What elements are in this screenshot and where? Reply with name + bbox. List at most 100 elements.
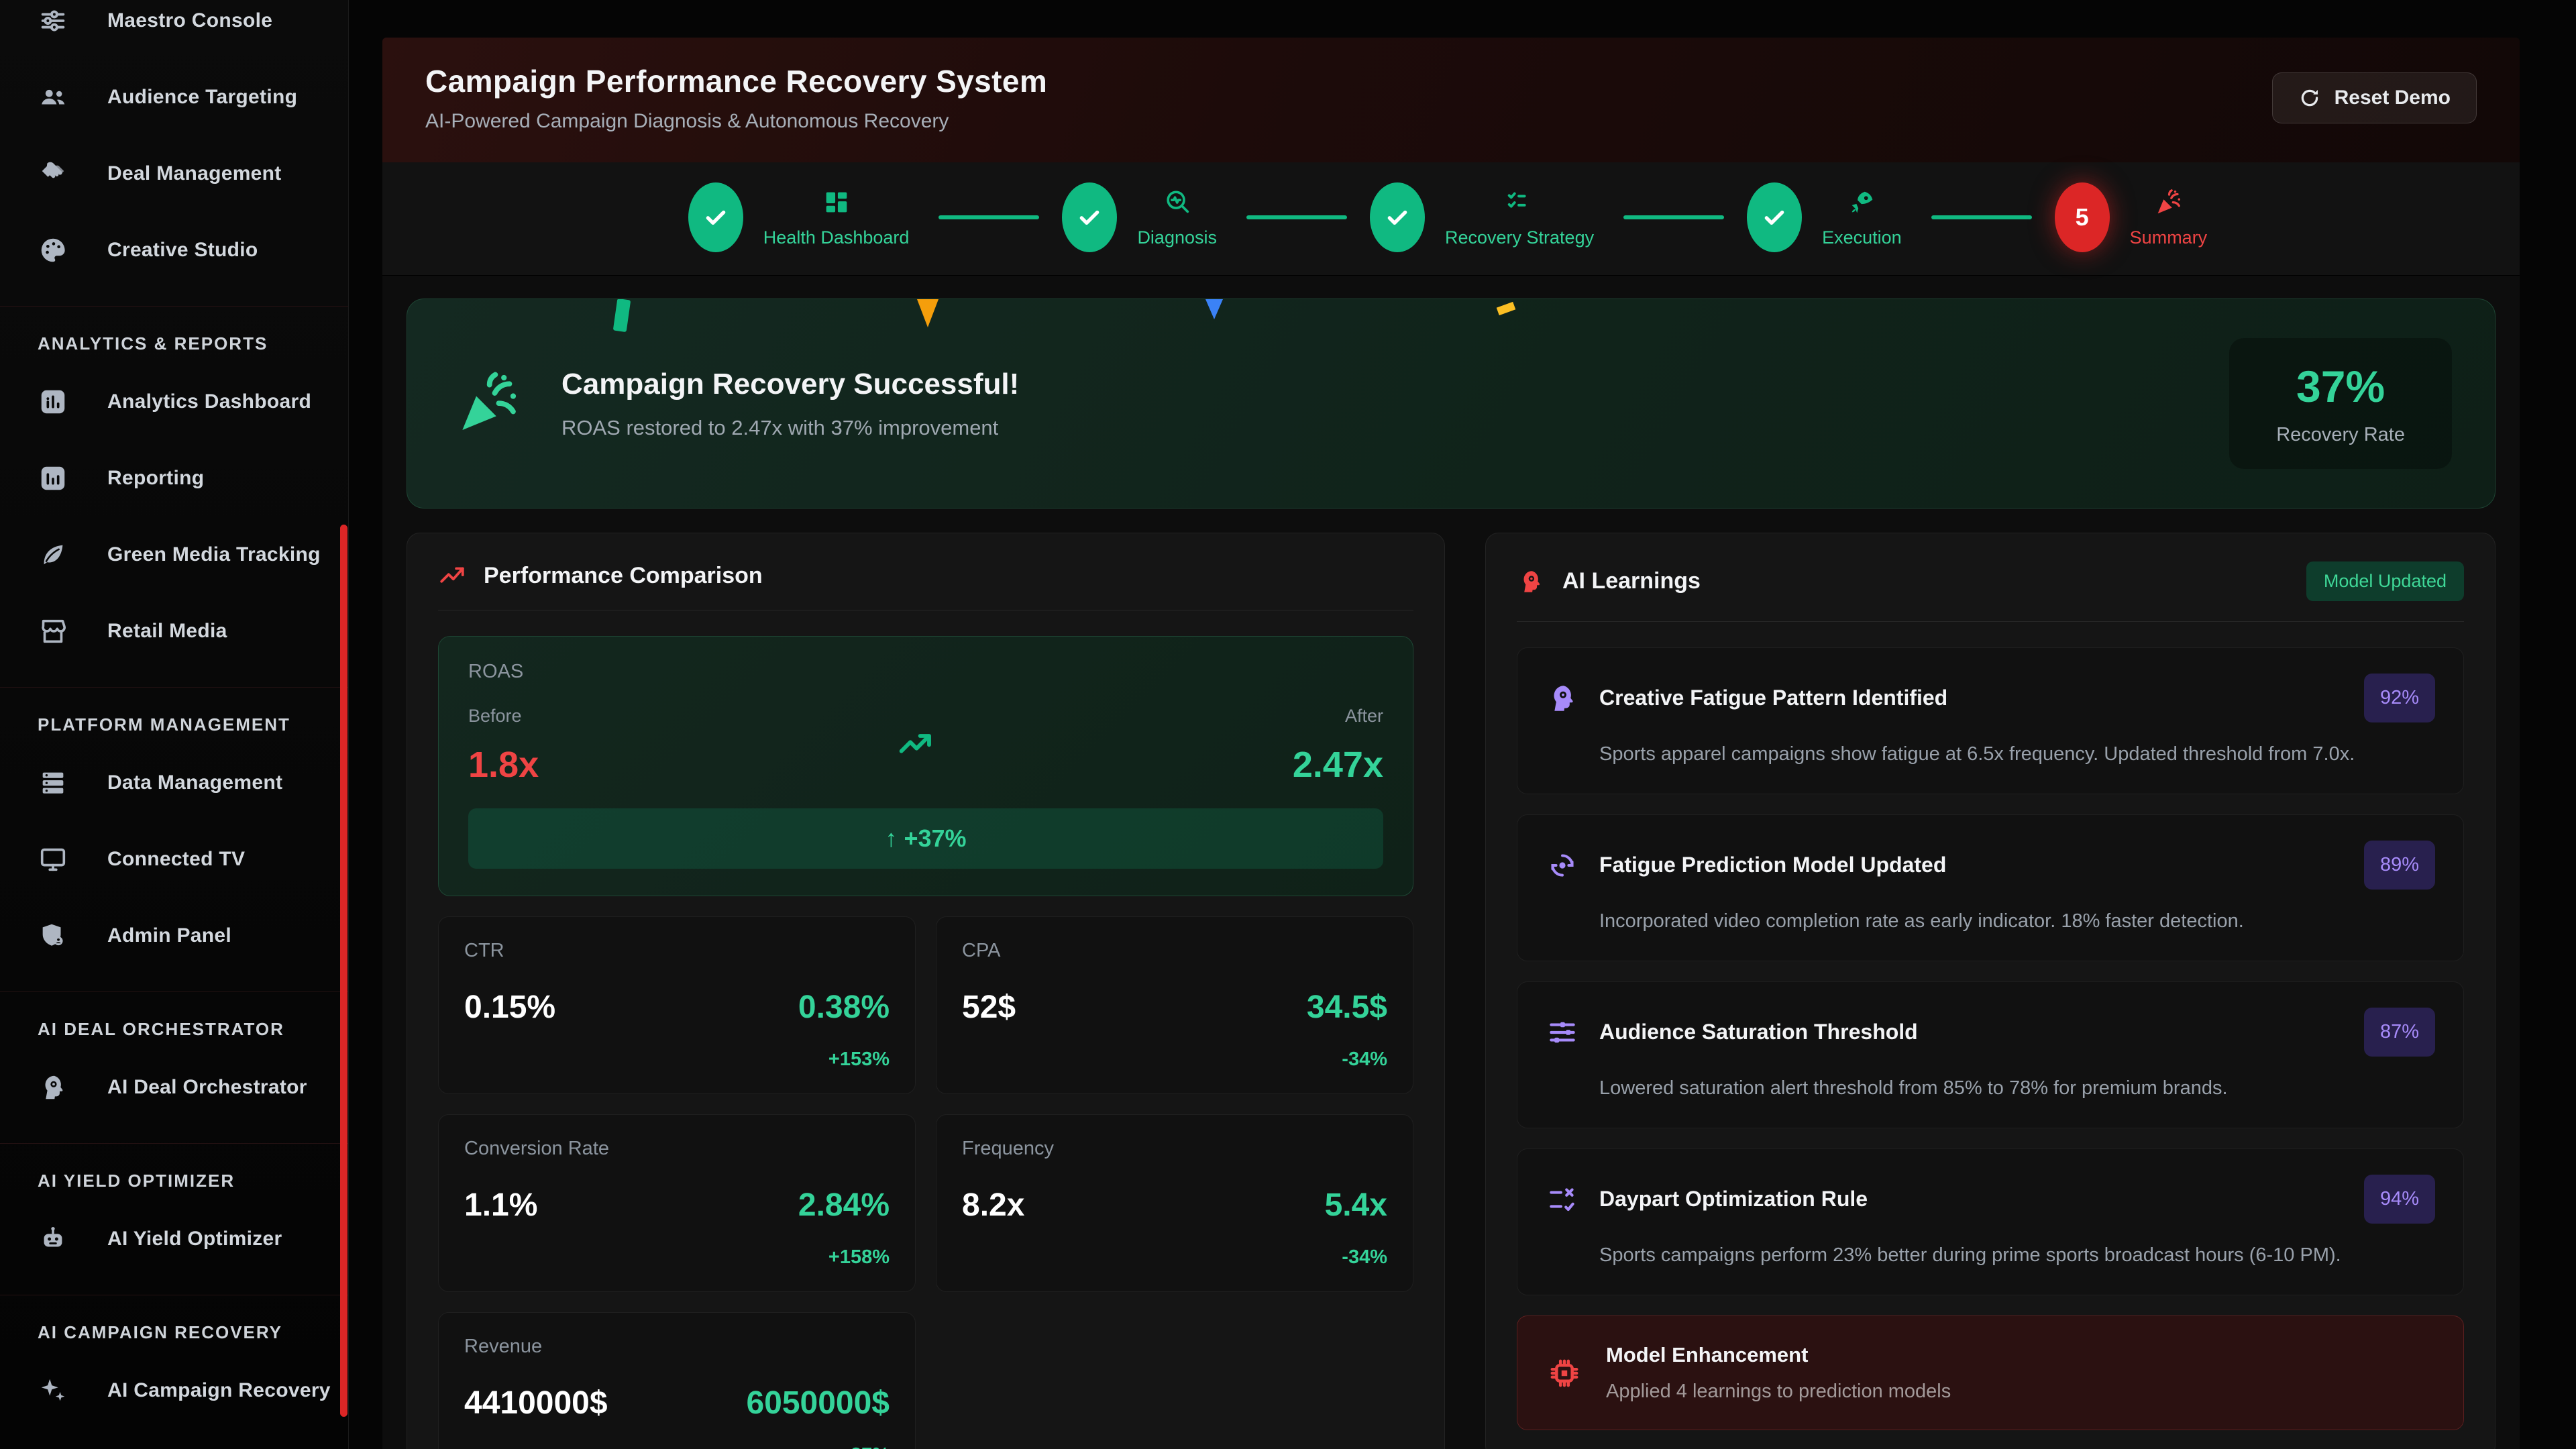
learning-title: Creative Fatigue Pattern Identified xyxy=(1599,686,1947,710)
metric-before: 52$ xyxy=(962,989,1016,1026)
learning-description: Incorporated video completion rate as ea… xyxy=(1599,907,2435,935)
sidebar-section-ai-deal: AI DEAL ORCHESTRATOR AI Deal Orchestrato… xyxy=(0,991,348,1126)
confidence-badge: 89% xyxy=(2364,841,2435,890)
rocket-icon xyxy=(1846,187,1877,218)
recovery-rate-label: Recovery Rate xyxy=(2276,424,2405,446)
sidebar: Maestro Console Audience Targeting Deal … xyxy=(0,0,349,1449)
learning-title: Fatigue Prediction Model Updated xyxy=(1599,853,1946,877)
rule-icon xyxy=(1546,1183,1579,1216)
ai-learnings-panel: AI Learnings Model Updated Creative Fati… xyxy=(1485,533,2496,1449)
check-icon xyxy=(1384,204,1411,231)
step-diagnosis[interactable]: Diagnosis xyxy=(1062,182,1224,252)
sidebar-item-ai-yield-optimizer[interactable]: AI Yield Optimizer xyxy=(0,1201,348,1277)
progress-stepper: Health Dashboard Diagnosis R xyxy=(382,162,2520,276)
sidebar-item-green-media[interactable]: Green Media Tracking xyxy=(0,517,348,593)
panel-title: Performance Comparison xyxy=(484,563,763,589)
confetti-orange xyxy=(917,299,938,327)
analytics-dashboard-icon xyxy=(38,386,68,417)
main-area: Campaign Performance Recovery System AI-… xyxy=(349,0,2576,1449)
sidebar-item-admin-panel[interactable]: Admin Panel xyxy=(0,898,348,974)
page-header: Campaign Performance Recovery System AI-… xyxy=(382,38,2520,162)
metric-card-revenue: Revenue 4410000$ 6050000$ +37% xyxy=(438,1312,916,1449)
step-summary[interactable]: 5 Summary xyxy=(2055,182,2214,252)
sidebar-item-analytics-dashboard[interactable]: Analytics Dashboard xyxy=(0,364,348,440)
sidebar-item-connected-tv[interactable]: Connected TV xyxy=(0,821,348,898)
step-label: Execution xyxy=(1822,227,1902,248)
roas-before-value: 1.8x xyxy=(468,744,539,786)
learning-description: Lowered saturation alert threshold from … xyxy=(1599,1074,2435,1102)
step-connector xyxy=(1931,215,2032,219)
roas-comparison-card: ROAS Before 1.8x After 2.47 xyxy=(438,636,1413,896)
step-label: Health Dashboard xyxy=(763,227,910,248)
sidebar-section-label: PLATFORM MANAGEMENT xyxy=(0,714,348,745)
sidebar-item-ai-campaign-recovery[interactable]: AI Campaign Recovery xyxy=(0,1352,348,1429)
enhancement-title: Model Enhancement xyxy=(1606,1343,1951,1367)
sidebar-item-retail-media[interactable]: Retail Media xyxy=(0,593,348,669)
sidebar-item-label: Audience Targeting xyxy=(107,86,297,109)
step-done-circle xyxy=(1747,182,1802,252)
sidebar-item-maestro-console[interactable]: Maestro Console xyxy=(0,0,348,59)
metric-change: +158% xyxy=(464,1246,890,1269)
sidebar-item-label: Analytics Dashboard xyxy=(107,390,311,413)
sidebar-item-creative-studio[interactable]: Creative Studio xyxy=(0,212,348,288)
sidebar-scrollbar-thumb[interactable] xyxy=(340,525,347,1417)
page-subtitle: AI-Powered Campaign Diagnosis & Autonomo… xyxy=(425,110,1047,133)
sidebar-item-label: Connected TV xyxy=(107,848,245,871)
dashboard-icon xyxy=(821,187,852,218)
checklist-icon xyxy=(1504,187,1535,218)
metric-label: CPA xyxy=(962,940,1387,962)
sidebar-item-audience-targeting[interactable]: Audience Targeting xyxy=(0,59,348,136)
reset-demo-button[interactable]: Reset Demo xyxy=(2272,72,2477,123)
metric-change: +37% xyxy=(464,1444,890,1449)
roas-after-value: 2.47x xyxy=(1293,744,1383,786)
metric-after: 34.5$ xyxy=(1307,989,1387,1026)
robot-icon xyxy=(38,1224,68,1254)
sidebar-item-ai-deal-orchestrator[interactable]: AI Deal Orchestrator xyxy=(0,1049,348,1126)
sidebar-item-label: AI Campaign Recovery xyxy=(107,1379,331,1402)
metric-before: 0.15% xyxy=(464,989,555,1026)
step-current-circle: 5 xyxy=(2055,182,2110,252)
step-recovery-strategy[interactable]: Recovery Strategy xyxy=(1370,182,1601,252)
learning-item: Creative Fatigue Pattern Identified 92% … xyxy=(1517,647,2464,794)
sliders-icon xyxy=(38,5,68,36)
performance-comparison-panel: Performance Comparison ROAS Before 1.8x xyxy=(407,533,1445,1449)
metric-label: CTR xyxy=(464,940,890,962)
storefront-icon xyxy=(38,616,68,647)
success-banner: Campaign Recovery Successful! ROAS resto… xyxy=(407,299,2496,508)
sidebar-item-deal-management[interactable]: Deal Management xyxy=(0,136,348,212)
ai-head-icon xyxy=(1517,568,1545,596)
step-connector xyxy=(1623,215,1724,219)
refresh-icon xyxy=(2298,87,2321,109)
step-done-circle xyxy=(688,182,743,252)
party-popper-icon xyxy=(450,367,524,441)
step-label: Summary xyxy=(2130,227,2208,248)
step-execution[interactable]: Execution xyxy=(1747,182,1909,252)
step-connector xyxy=(938,215,1039,219)
learning-item: Daypart Optimization Rule 94% Sports cam… xyxy=(1517,1148,2464,1295)
sidebar-item-label: Retail Media xyxy=(107,620,227,643)
sidebar-item-label: Reporting xyxy=(107,467,204,490)
sidebar-nav-list: Maestro Console Audience Targeting Deal … xyxy=(0,0,348,1429)
roas-change-pill: ↑ +37% xyxy=(468,808,1383,869)
metric-change: -34% xyxy=(962,1049,1387,1071)
panel-title: AI Learnings xyxy=(1562,568,1701,594)
model-sync-icon xyxy=(1546,849,1579,882)
sidebar-section-label: ANALYTICS & REPORTS xyxy=(0,333,348,364)
check-icon xyxy=(1761,204,1788,231)
metric-card-cpa: CPA 52$ 34.5$ -34% xyxy=(936,916,1413,1094)
learning-description: Sports apparel campaigns show fatigue at… xyxy=(1599,740,2435,768)
metric-before: 8.2x xyxy=(962,1187,1024,1224)
sidebar-item-data-management[interactable]: Data Management xyxy=(0,745,348,821)
sidebar-item-reporting[interactable]: Reporting xyxy=(0,440,348,517)
confidence-badge: 92% xyxy=(2364,674,2435,722)
sidebar-section-ai-yield: AI YIELD OPTIMIZER AI Yield Optimizer xyxy=(0,1143,348,1277)
recovery-rate-value: 37% xyxy=(2276,361,2405,412)
step-health-dashboard[interactable]: Health Dashboard xyxy=(688,182,916,252)
metric-card-conversion-rate: Conversion Rate 1.1% 2.84% +158% xyxy=(438,1114,916,1292)
sidebar-section-analytics: ANALYTICS & REPORTS Analytics Dashboard … xyxy=(0,306,348,669)
sidebar-item-label: Creative Studio xyxy=(107,239,258,262)
metric-after: 6050000$ xyxy=(746,1385,890,1421)
step-label: Recovery Strategy xyxy=(1445,227,1594,248)
sidebar-section-label: AI YIELD OPTIMIZER xyxy=(0,1171,348,1201)
metric-after: 2.84% xyxy=(798,1187,890,1224)
